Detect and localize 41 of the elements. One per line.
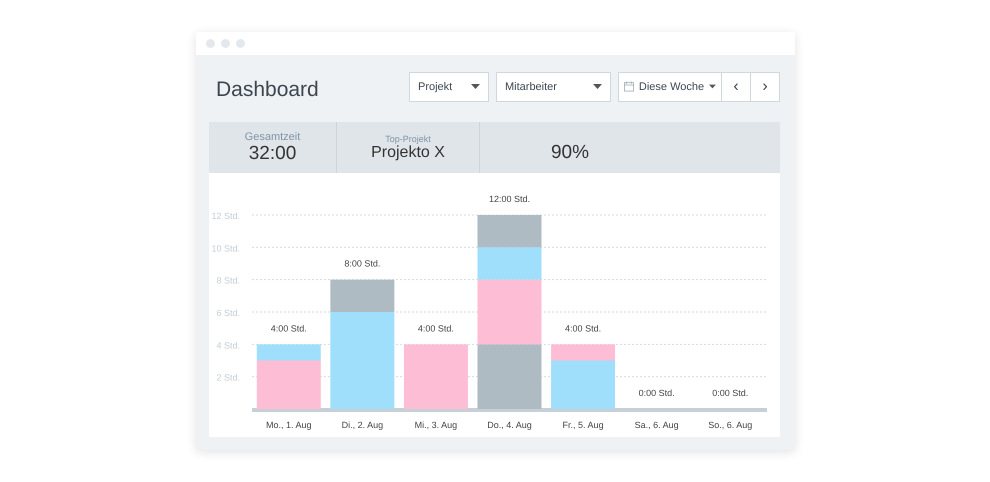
axis-label: So., 6. Aug <box>708 420 752 430</box>
value-label: 8:00 Std. <box>344 258 380 269</box>
stat-label: Top-Projekt <box>385 134 431 144</box>
calendar-icon <box>624 80 634 93</box>
value-label: 4:00 Std. <box>565 323 602 334</box>
axis-label: Sa., 6. Aug <box>634 420 679 430</box>
value-label: 0:00 Std. <box>638 388 675 398</box>
stat-value: 90% <box>550 142 590 164</box>
bar-segment <box>478 215 542 248</box>
caret-icon <box>471 84 480 89</box>
filter-dropdown[interactable]: Projekt <box>409 72 489 102</box>
stat-value: Projekto X <box>371 144 445 162</box>
value-label: 0:00 Std. <box>712 388 748 398</box>
value-label: 4:00 Std. <box>270 323 307 334</box>
caret-icon <box>709 84 716 89</box>
caret-icon <box>593 84 602 89</box>
axis-label: 6 Std. <box>216 308 240 318</box>
stat-value: 32:00 <box>248 142 296 164</box>
date-dropdown[interactable]: Diese Woche <box>618 72 722 102</box>
filter-dropdown[interactable]: Mitarbeiter <box>496 72 611 102</box>
axis-label: Mo., 1. Aug <box>266 420 312 430</box>
axis-label: Mi., 3. Aug <box>414 420 458 430</box>
axis-label: 2 Std. <box>216 372 240 383</box>
window-dot <box>206 39 215 48</box>
axis-label: 4 Std. <box>216 340 240 350</box>
axis-label: Di., 2. Aug <box>342 420 384 430</box>
previous-button[interactable]: ‹ <box>722 72 751 102</box>
bar-segment <box>478 344 542 409</box>
value-label: 4:00 Std. <box>418 323 454 334</box>
value-label: 12:00 Std. <box>488 194 530 204</box>
axis-label: Do., 4. Aug <box>487 420 532 430</box>
axis-label: 8 Std. <box>216 276 240 286</box>
bar-segment <box>404 344 468 409</box>
page-title: Dashboard <box>216 76 319 102</box>
window-dot <box>221 39 230 48</box>
axis-label: 12 Std. <box>211 211 240 221</box>
axis-label: 10 Std. <box>211 243 240 254</box>
stat-label: Gesamtzeit <box>244 130 300 142</box>
window-dot <box>236 39 245 48</box>
next-button[interactable]: › <box>751 72 780 102</box>
axis-label: Fr., 5. Aug <box>562 420 604 430</box>
